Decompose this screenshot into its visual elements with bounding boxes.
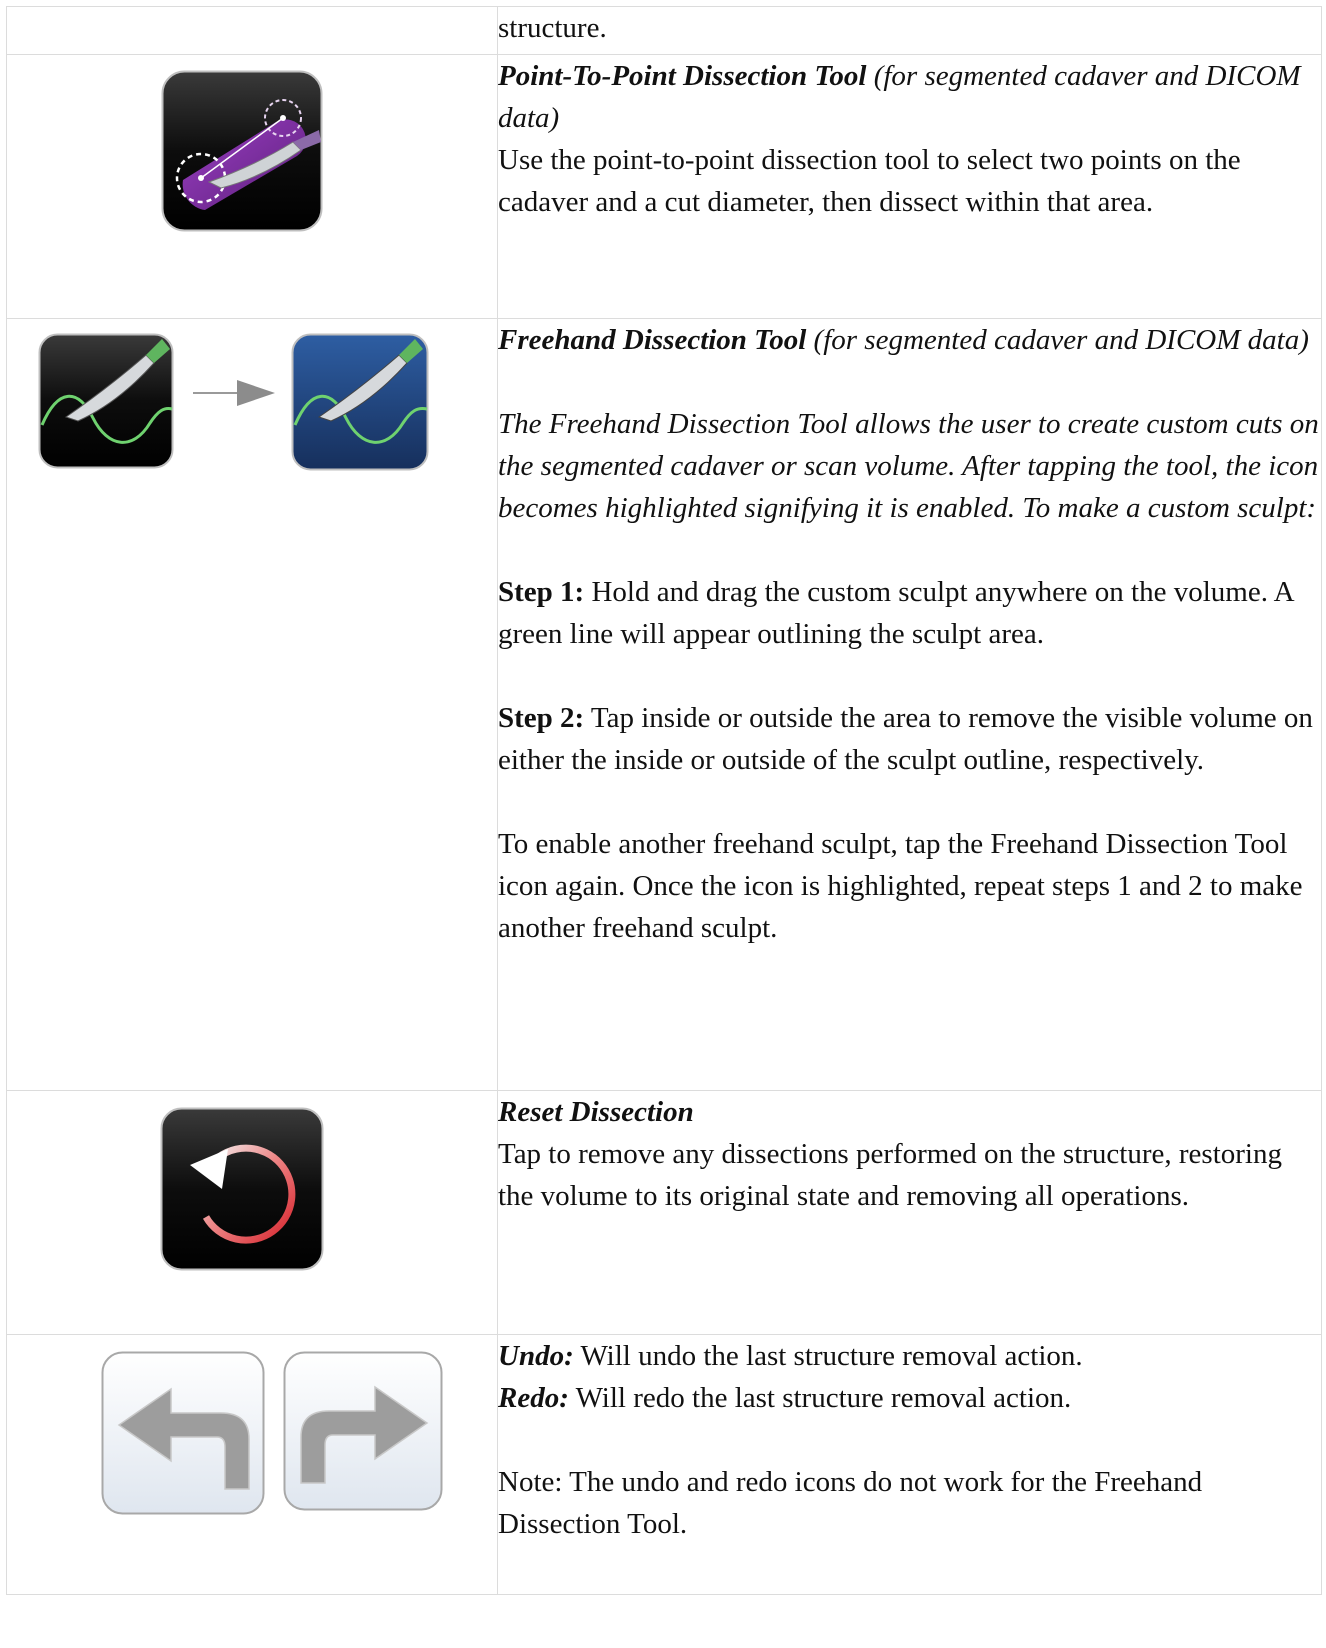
freehand-scalpel-icon bbox=[38, 333, 174, 469]
text-cell: Undo: Will undo the last structure remov… bbox=[497, 1334, 1322, 1595]
icon-cell bbox=[6, 318, 498, 1091]
undo-label: Undo: bbox=[498, 1340, 574, 1372]
step-2: Step 2: Tap inside or outside the area t… bbox=[498, 697, 1321, 781]
freehand-scalpel-highlighted-icon bbox=[291, 333, 429, 471]
text-cell: Point-To-Point Dissection Tool (for segm… bbox=[497, 54, 1322, 319]
icon-cell bbox=[6, 1090, 498, 1335]
undo-text: Will undo the last structure removal act… bbox=[573, 1340, 1083, 1372]
instructions-table: structure. Point-To-Point Dissection Too… bbox=[6, 6, 1322, 1595]
redo-text: Will redo the last structure removal act… bbox=[568, 1382, 1072, 1414]
section-body: Tap to remove any dissections performed … bbox=[498, 1138, 1282, 1212]
table-row: Freehand Dissection Tool (for segmented … bbox=[6, 318, 1322, 1091]
text-cell: Freehand Dissection Tool (for segmented … bbox=[497, 318, 1322, 1091]
redo-label: Redo: bbox=[498, 1382, 569, 1414]
section-subtitle: (for segmented cadaver and DICOM data) bbox=[806, 324, 1309, 356]
step-text: Hold and drag the custom sculpt anywhere… bbox=[498, 576, 1293, 650]
step-text: Tap inside or outside the area to remove… bbox=[498, 702, 1313, 776]
scalpel-point-to-point-icon bbox=[161, 70, 323, 232]
step-label: Step 2: bbox=[498, 702, 585, 734]
section-heading: Point-To-Point Dissection Tool (for segm… bbox=[498, 55, 1321, 139]
redo-line: Redo: Will redo the last structure remov… bbox=[498, 1377, 1321, 1419]
section-title: Point-To-Point Dissection Tool bbox=[498, 60, 867, 92]
arrow-right-icon bbox=[193, 379, 277, 407]
note-text: Note: The undo and redo icons do not wor… bbox=[498, 1466, 1203, 1540]
section-title: Freehand Dissection Tool bbox=[498, 324, 807, 356]
reset-circular-arrow-icon bbox=[160, 1107, 324, 1271]
text-cell: structure. bbox=[497, 6, 1322, 55]
text-cell: Reset Dissection Tap to remove any disse… bbox=[497, 1090, 1322, 1335]
table-row: Point-To-Point Dissection Tool (for segm… bbox=[6, 54, 1322, 319]
undo-line: Undo: Will undo the last structure remov… bbox=[498, 1335, 1321, 1377]
section-intro: The Freehand Dissection Tool allows the … bbox=[498, 408, 1319, 524]
row-text: structure. bbox=[498, 12, 607, 44]
section-closing: To enable another freehand sculpt, tap t… bbox=[498, 828, 1303, 944]
icon-cell bbox=[6, 6, 498, 55]
table-row: structure. bbox=[6, 6, 1322, 55]
icon-cell bbox=[6, 1334, 498, 1595]
undo-arrow-icon bbox=[101, 1351, 265, 1515]
icon-cell bbox=[6, 54, 498, 319]
section-heading: Freehand Dissection Tool (for segmented … bbox=[498, 319, 1321, 361]
section-title: Reset Dissection bbox=[498, 1096, 694, 1128]
table-row: Undo: Will undo the last structure remov… bbox=[6, 1334, 1322, 1595]
table-row: Reset Dissection Tap to remove any disse… bbox=[6, 1090, 1322, 1335]
section-body: Use the point-to-point dissection tool t… bbox=[498, 144, 1241, 218]
step-label: Step 1: bbox=[498, 576, 585, 608]
redo-arrow-icon bbox=[283, 1351, 443, 1511]
step-1: Step 1: Hold and drag the custom sculpt … bbox=[498, 571, 1321, 655]
